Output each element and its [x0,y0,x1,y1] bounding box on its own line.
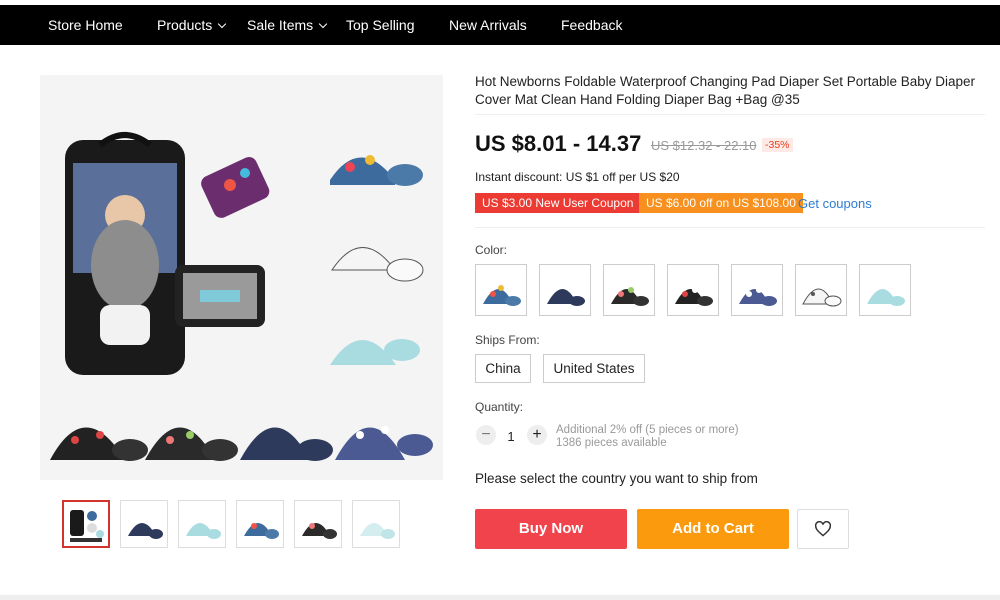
nav-label: Sale Items [247,17,314,33]
thumbnail-2[interactable] [120,500,168,548]
nav-top-selling[interactable]: Top Selling [346,17,415,33]
color-swatch-light-blue[interactable] [859,264,911,316]
instant-discount: Instant discount: US $1 off per US $20 [475,170,680,184]
nav-store-home[interactable]: Store Home [48,17,123,33]
nav-sale-items[interactable]: Sale Items [247,17,328,33]
color-label: Color: [475,243,508,257]
color-swatch-white-print[interactable] [795,264,847,316]
nav-label: New Arrivals [449,17,527,33]
ships-from-china[interactable]: China [475,354,531,383]
store-nav: Store Home Products Sale Items Top Selli… [0,5,1000,45]
thumbnail-1[interactable] [62,500,110,548]
discount-badge: -35% [762,138,793,152]
new-user-coupon[interactable]: US $3.00 New User Coupon [475,193,641,213]
buy-now-button[interactable]: Buy Now [475,509,627,549]
quantity-value[interactable]: 1 [504,429,518,444]
color-swatch-blue-paisley[interactable] [731,264,783,316]
nav-feedback[interactable]: Feedback [561,17,622,33]
stock-note: 1386 pieces available [556,437,667,449]
divider [475,227,985,228]
divider [475,114,985,115]
plus-icon[interactable]: + [527,425,547,445]
nav-products[interactable]: Products [157,17,227,33]
heart-icon [814,521,832,537]
get-coupons-link[interactable]: Get coupons [798,196,872,211]
price-range: US $8.01 - 14.37 [475,131,642,156]
bulk-discount-note: Additional 2% off (5 pieces or more) [556,424,739,436]
color-swatch-navy[interactable] [539,264,591,316]
thumbnail-strip [62,500,400,548]
thumbnail-5[interactable] [294,500,342,548]
quantity-label: Quantity: [475,400,524,414]
product-title: Hot Newborns Foldable Waterproof Changin… [475,74,976,107]
threshold-coupon[interactable]: US $6.00 off on US $108.00 [639,193,803,213]
main-product-image[interactable] [40,75,443,480]
original-price: US $12.32 - 22.10 [651,138,757,153]
minus-icon[interactable]: − [476,425,496,445]
nav-new-arrivals[interactable]: New Arrivals [449,17,527,33]
thumbnail-4[interactable] [236,500,284,548]
color-swatch-paisley[interactable] [475,264,527,316]
chevron-down-icon [318,19,328,28]
add-to-cart-button[interactable]: Add to Cart [637,509,789,549]
ships-from-label: Ships From: [475,333,540,347]
color-swatch-black-floral[interactable] [667,264,719,316]
color-swatches [475,264,911,316]
nav-label: Store Home [48,17,123,33]
wishlist-button[interactable] [797,509,849,549]
thumbnail-3[interactable] [178,500,226,548]
ship-country-message: Please select the country you want to sh… [475,471,758,486]
nav-label: Feedback [561,17,623,33]
ships-from-united-states[interactable]: United States [543,354,645,383]
page-bottom-divider [0,595,1000,600]
thumbnail-6[interactable] [352,500,400,548]
nav-label: Top Selling [346,17,415,33]
nav-label: Products [157,17,213,33]
color-swatch-dark-floral[interactable] [603,264,655,316]
chevron-down-icon [218,19,227,28]
